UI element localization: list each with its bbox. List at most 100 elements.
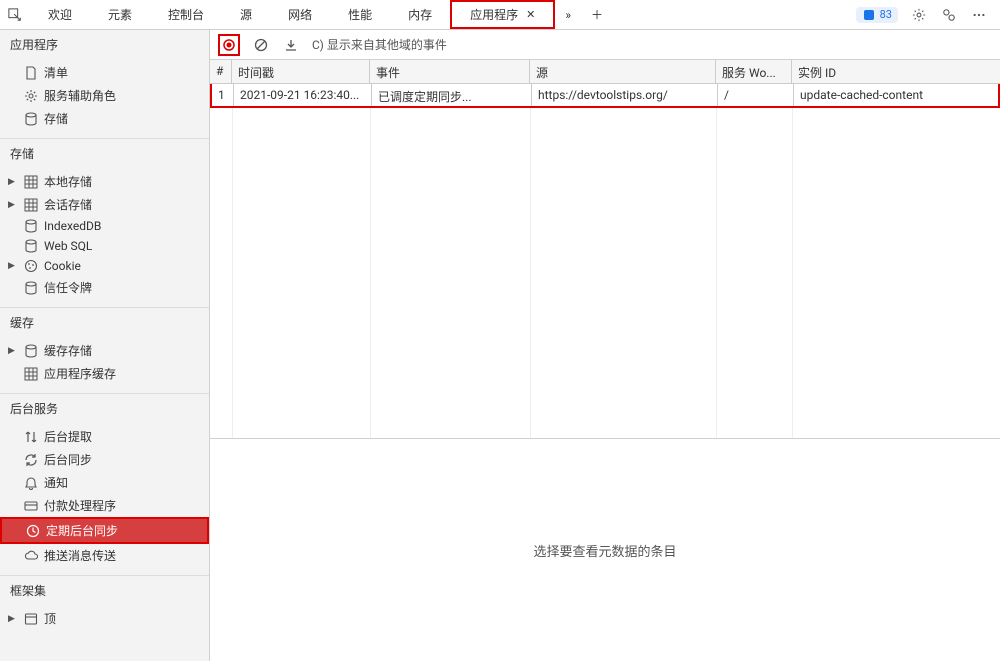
sidebar-item-label: IndexedDB — [44, 219, 101, 233]
tab-console[interactable]: 控制台 — [150, 0, 222, 29]
tab-overflow[interactable]: » — [555, 0, 581, 29]
table-header: # 时间戳 事件 源 服务 Wo... 实例 ID — [210, 60, 1000, 84]
cell-instance: update-cached-content — [794, 84, 998, 106]
sidebar-item-label: 应用程序缓存 — [44, 365, 116, 382]
cloud-icon — [24, 549, 38, 563]
sidebar-section-storage: 存储 — [0, 138, 209, 168]
sidebar-item-label: 后台提取 — [44, 428, 92, 445]
sidebar-item-label: 推送消息传送 — [44, 547, 116, 564]
grid-icon — [24, 175, 38, 189]
sidebar-section-bg-services: 后台服务 — [0, 393, 209, 423]
tab-application[interactable]: 应用程序 ✕ — [450, 0, 555, 29]
gear-icon — [24, 89, 38, 103]
chevron-right-icon[interactable]: ▶ — [8, 614, 18, 624]
tab-label: 控制台 — [168, 6, 204, 23]
column-header-event[interactable]: 事件 — [370, 60, 530, 83]
tab-label: 应用程序 — [470, 6, 518, 23]
sidebar-item-local-storage[interactable]: ▶ 本地存储 — [0, 170, 209, 193]
detail-empty-text: 选择要查看元数据的条目 — [533, 541, 676, 560]
tab-performance[interactable]: 性能 — [330, 0, 390, 29]
cell-source: https://devtoolstips.org/ — [532, 84, 718, 106]
sidebar-item-notifications[interactable]: 通知 — [0, 471, 209, 494]
sidebar-item-label: Web SQL — [44, 239, 92, 253]
sync-icon — [24, 453, 38, 467]
column-header-timestamp[interactable]: 时间戳 — [232, 60, 370, 83]
clear-icon[interactable] — [252, 36, 270, 54]
sidebar-item-payment[interactable]: 付款处理程序 — [0, 494, 209, 517]
sidebar-item-websql[interactable]: Web SQL — [0, 236, 209, 256]
sidebar-item-label: 缓存存储 — [44, 342, 92, 359]
tab-welcome[interactable]: 欢迎 — [30, 0, 90, 29]
tab-label: 欢迎 — [48, 6, 72, 23]
grid-icon — [24, 367, 38, 381]
column-header-index[interactable]: # — [210, 60, 232, 83]
sidebar-item-label: 服务辅助角色 — [44, 87, 116, 104]
experiments-icon[interactable] — [940, 6, 958, 24]
sidebar-item-label: 本地存储 — [44, 173, 92, 190]
toolbar-label-other-domains[interactable]: C) 显示来自其他域的事件 — [312, 36, 447, 53]
sidebar-item-periodic-sync[interactable]: 定期后台同步 — [0, 517, 209, 544]
tab-add[interactable]: ＋ — [581, 0, 613, 29]
sidebar-item-top-frame[interactable]: ▶ 顶 — [0, 607, 209, 630]
sidebar-item-label: 定期后台同步 — [46, 522, 118, 539]
chevron-right-icon[interactable]: ▶ — [8, 200, 18, 210]
sidebar-item-label: 存储 — [44, 110, 68, 127]
sidebar-item-indexeddb[interactable]: IndexedDB — [0, 216, 209, 236]
sidebar-item-push[interactable]: 推送消息传送 — [0, 544, 209, 567]
tab-label: 元素 — [108, 6, 132, 23]
sidebar-item-manifest[interactable]: 清单 — [0, 61, 209, 84]
chevron-right-icon[interactable]: ▶ — [8, 177, 18, 187]
detail-pane-empty: 选择要查看元数据的条目 — [210, 438, 1000, 661]
sidebar-item-trust-tokens[interactable]: 信任令牌 — [0, 276, 209, 299]
manifest-icon — [24, 66, 38, 80]
window-icon — [24, 612, 38, 626]
sidebar-item-cookies[interactable]: ▶ Cookie — [0, 256, 209, 276]
sidebar: 应用程序 清单 服务辅助角色 存储 存储 ▶ 本地存储 — [0, 30, 210, 661]
sidebar-item-service-workers[interactable]: 服务辅助角色 — [0, 84, 209, 107]
sidebar-item-label: 后台同步 — [44, 451, 92, 468]
database-icon — [24, 281, 38, 295]
grid-icon — [24, 198, 38, 212]
sidebar-section-cache: 缓存 — [0, 307, 209, 337]
sidebar-item-label: 信任令牌 — [44, 279, 92, 296]
sidebar-item-bg-sync[interactable]: 后台同步 — [0, 448, 209, 471]
sidebar-item-label: Cookie — [44, 259, 81, 273]
sidebar-item-session-storage[interactable]: ▶ 会话存储 — [0, 193, 209, 216]
tab-label: 内存 — [408, 6, 432, 23]
tab-sources[interactable]: 源 — [222, 0, 270, 29]
chevron-right-icon[interactable]: ▶ — [8, 261, 18, 271]
sidebar-item-storage[interactable]: 存储 — [0, 107, 209, 130]
tab-elements[interactable]: 元素 — [90, 0, 150, 29]
main-panel: C) 显示来自其他域的事件 # 时间戳 事件 源 服务 Wo... 实例 ID … — [210, 30, 1000, 661]
more-icon[interactable] — [970, 6, 988, 24]
table-body-empty — [210, 108, 1000, 438]
tab-label: 源 — [240, 6, 252, 23]
column-header-service[interactable]: 服务 Wo... — [716, 60, 792, 83]
cell-event: 已调度定期同步... — [372, 84, 532, 106]
sidebar-item-bg-fetch[interactable]: 后台提取 — [0, 425, 209, 448]
database-icon — [24, 344, 38, 358]
gear-icon[interactable] — [910, 6, 928, 24]
cell-service: / — [718, 84, 794, 106]
download-icon[interactable] — [282, 36, 300, 54]
issues-badge[interactable]: 83 — [856, 7, 898, 23]
close-icon[interactable]: ✕ — [526, 8, 535, 21]
column-header-source[interactable]: 源 — [530, 60, 716, 83]
record-button[interactable] — [218, 34, 240, 56]
issues-count: 83 — [880, 8, 892, 21]
cell-index: 1 — [212, 84, 234, 106]
sidebar-item-app-cache[interactable]: 应用程序缓存 — [0, 362, 209, 385]
top-tab-bar: 欢迎 元素 控制台 源 网络 性能 内存 应用程序 ✕ » ＋ 83 — [0, 0, 1000, 30]
tab-label: 性能 — [348, 6, 372, 23]
tab-label: 网络 — [288, 6, 312, 23]
column-header-instance[interactable]: 实例 ID — [792, 60, 1000, 83]
sidebar-item-cache-storage[interactable]: ▶ 缓存存储 — [0, 339, 209, 362]
bell-icon — [24, 476, 38, 490]
clock-icon — [26, 524, 40, 538]
tab-network[interactable]: 网络 — [270, 0, 330, 29]
sidebar-item-label: 会话存储 — [44, 196, 92, 213]
chevron-right-icon[interactable]: ▶ — [8, 346, 18, 356]
table-row[interactable]: 1 2021-09-21 16:23:40... 已调度定期同步... http… — [210, 84, 1000, 108]
inspect-icon[interactable] — [0, 8, 30, 22]
tab-memory[interactable]: 内存 — [390, 0, 450, 29]
